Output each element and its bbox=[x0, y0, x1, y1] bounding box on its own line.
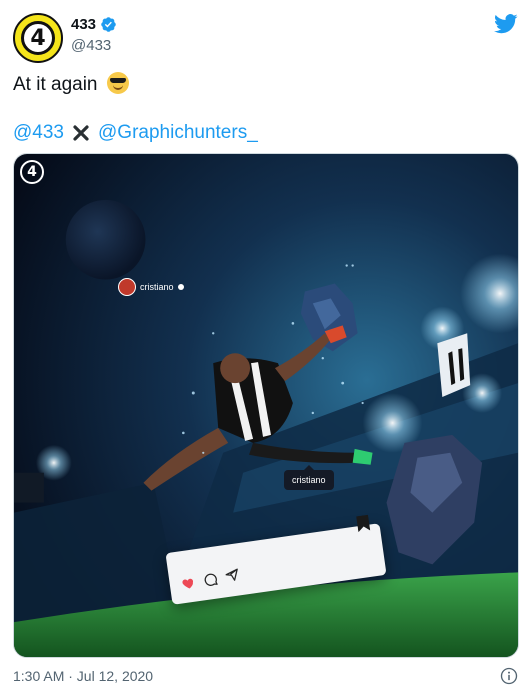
tag-bubble: cristiano bbox=[284, 465, 334, 490]
instagram-user-tag: cristiano bbox=[118, 278, 184, 296]
mention-433[interactable]: @433 bbox=[13, 121, 64, 145]
heart-icon bbox=[182, 578, 194, 589]
bookmark-icon bbox=[356, 514, 371, 533]
watermark-433-logo: 4 bbox=[20, 160, 44, 184]
info-icon[interactable] bbox=[500, 667, 518, 685]
comment-icon bbox=[204, 573, 218, 586]
avatar-glyph: 4 bbox=[21, 21, 55, 55]
cross-mark-icon bbox=[73, 125, 89, 141]
tag-verified-icon bbox=[177, 284, 184, 290]
mention-graphichunters[interactable]: @Graphichunters_ bbox=[98, 121, 258, 145]
twitter-bird-icon[interactable] bbox=[494, 14, 518, 34]
sunglasses-emoji-icon bbox=[106, 72, 129, 94]
display-name[interactable]: 433 bbox=[71, 16, 96, 33]
send-icon bbox=[225, 568, 238, 581]
author-name-row[interactable]: 433 bbox=[71, 16, 117, 33]
verified-badge-icon bbox=[101, 17, 116, 32]
tweet-text: At it again bbox=[13, 74, 98, 95]
tag-username: cristiano bbox=[140, 282, 174, 292]
mentions-line: @433 @Graphichunters_ bbox=[13, 121, 258, 145]
tweet-text-line: At it again bbox=[13, 72, 129, 97]
avatar[interactable]: 4 bbox=[13, 13, 63, 63]
author-handle[interactable]: @433 bbox=[71, 37, 111, 54]
tweet-media-image[interactable]: 4 cristiano cristiano bbox=[13, 153, 519, 658]
tag-avatar bbox=[118, 278, 136, 296]
tweet-timestamp[interactable]: 1:30 AM · Jul 12, 2020 bbox=[13, 668, 153, 684]
